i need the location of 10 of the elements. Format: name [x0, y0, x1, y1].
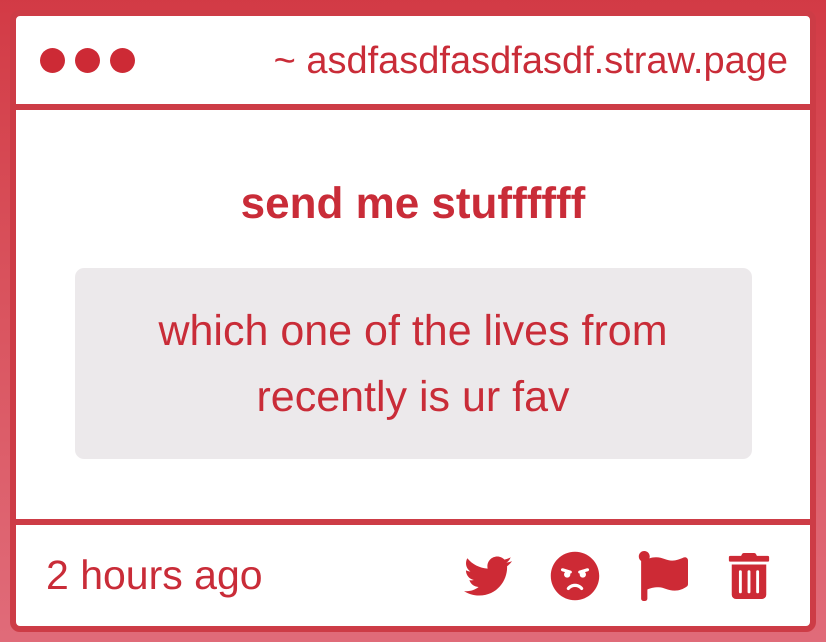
- trash-icon[interactable]: [726, 552, 772, 598]
- flag-icon[interactable]: [638, 550, 688, 600]
- window-dot-icon: [40, 48, 65, 72]
- window-dot-icon: [75, 48, 100, 72]
- window-dot-icon: [110, 48, 135, 72]
- page-title: send me stuffffff: [240, 182, 586, 226]
- timestamp: 2 hours ago: [46, 555, 263, 596]
- question-text: which one of the lives from recently is ur fav: [157, 306, 669, 422]
- angry-face-icon[interactable]: [550, 550, 600, 600]
- page-address: ~ asdfasdfasdfasdf.straw.page: [274, 40, 788, 80]
